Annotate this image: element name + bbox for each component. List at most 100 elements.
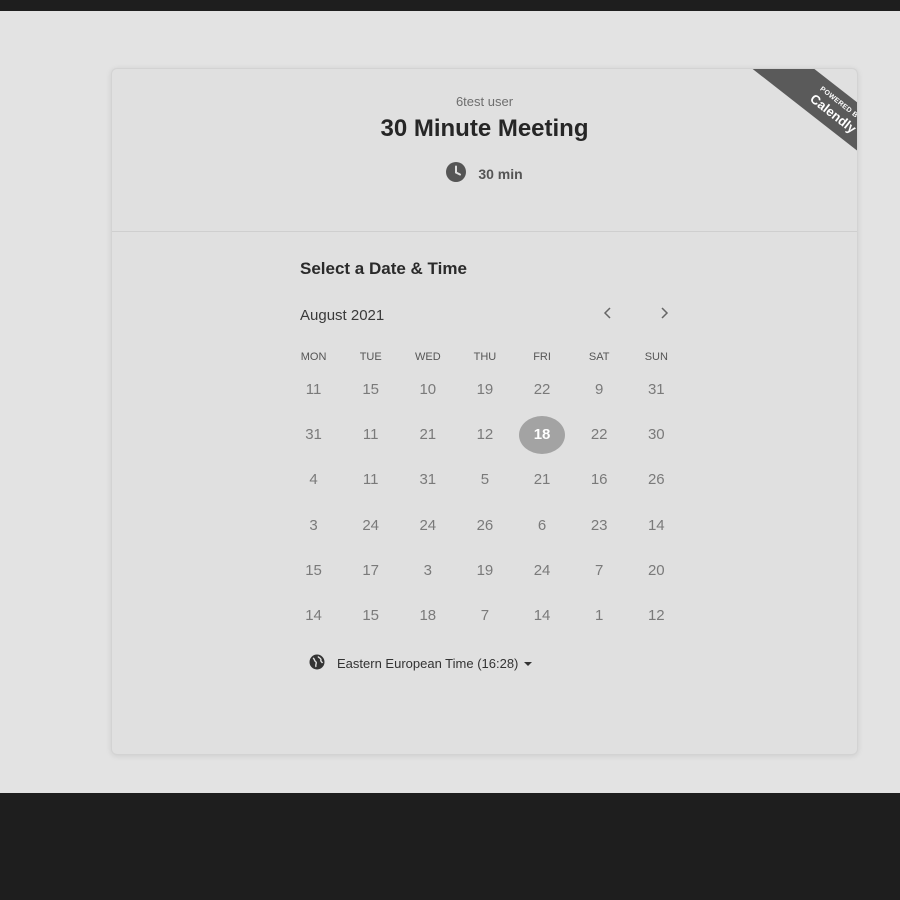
calendar-day[interactable]: 14 (634, 503, 678, 547)
calendar-week-row: 15 17 3 19 24 7 20 (285, 548, 685, 593)
calendar-day[interactable]: 7 (463, 594, 507, 638)
calendar-day-cell[interactable]: 31 (399, 457, 456, 502)
host-name: 6test user (455, 94, 514, 109)
event-title: 30 Minute Meeting (380, 115, 589, 142)
calendar-day-cell[interactable]: 22 (571, 412, 628, 457)
calendar-day[interactable]: 18 (406, 594, 450, 638)
calendar-day[interactable]: 11 (349, 413, 393, 457)
timezone-label: Eastern European Time (16:28) (337, 656, 519, 671)
calendar-day[interactable]: 17 (349, 548, 393, 592)
previous-month-button[interactable] (596, 303, 620, 327)
calendar-day[interactable]: 4 (292, 458, 336, 502)
weekday-fri: FRI (533, 351, 551, 363)
calendar-day-cell[interactable]: 15 (342, 367, 399, 412)
calendar-day[interactable]: 9 (577, 368, 621, 412)
calendar-day-cell[interactable]: 22 (514, 367, 571, 412)
calendar-day[interactable]: 14 (292, 594, 336, 638)
calendar-day-cell[interactable]: 9 (571, 367, 628, 412)
top-frame-bar (0, 0, 900, 11)
calendar-day[interactable]: 14 (520, 594, 564, 638)
calendar-day-cell[interactable]: 7 (456, 593, 513, 638)
calendar-day-cell[interactable]: 21 (399, 412, 456, 457)
weekday-thu: THU (473, 351, 497, 363)
calendar-day-cell[interactable]: 24 (514, 548, 571, 593)
calendar-day-cell[interactable]: 10 (399, 367, 456, 412)
calendar-day-cell[interactable]: 11 (342, 412, 399, 457)
calendar-day[interactable]: 21 (520, 458, 564, 502)
calendar-day[interactable]: 16 (577, 458, 621, 502)
calendar-day-cell[interactable]: 6 (514, 503, 571, 548)
calendar-day-cell[interactable]: 12 (456, 412, 513, 457)
calendar-day-cell[interactable]: 31 (628, 367, 685, 412)
calendar-day-cell[interactable]: 15 (342, 593, 399, 638)
next-month-button[interactable] (652, 303, 676, 327)
calendar-day[interactable]: 19 (463, 368, 507, 412)
calendar-day[interactable]: 3 (406, 548, 450, 592)
calendar-day[interactable]: 21 (406, 413, 450, 457)
calendar-day[interactable]: 31 (406, 458, 450, 502)
calendar-day[interactable]: 31 (634, 368, 678, 412)
calendar-day[interactable]: 12 (463, 413, 507, 457)
calendar-week-row: 11 15 10 19 22 9 31 (285, 367, 685, 412)
weekday-wed: WED (414, 351, 441, 363)
calendar-day-cell[interactable]: 11 (342, 457, 399, 502)
calendar-day-cell[interactable]: 20 (628, 548, 685, 593)
calendar-day-cell[interactable]: 21 (514, 457, 571, 502)
calendar-day[interactable]: 3 (292, 503, 336, 547)
chevron-right-icon (659, 306, 669, 324)
calendar-day[interactable]: 22 (520, 368, 564, 412)
calendar-day-cell[interactable]: 18 (514, 412, 571, 457)
calendar-day-cell[interactable]: 5 (456, 457, 513, 502)
calendar-day[interactable]: 15 (349, 594, 393, 638)
calendar-day-cell[interactable]: 19 (456, 548, 513, 593)
calendar-day[interactable]: 6 (520, 503, 564, 547)
duration-label: 30 min (478, 165, 523, 182)
calendar-day-cell[interactable]: 3 (285, 503, 342, 548)
calendar-day[interactable]: 11 (349, 458, 393, 502)
calendar-day-cell[interactable]: 12 (628, 593, 685, 638)
calendar-day-cell[interactable]: 16 (571, 457, 628, 502)
calendar-day[interactable]: 26 (634, 458, 678, 502)
calendar-day-cell[interactable]: 15 (285, 548, 342, 593)
calendar-day[interactable]: 30 (634, 413, 678, 457)
timezone-selector[interactable]: Eastern European Time (16:28) (309, 654, 533, 673)
calendar-day[interactable]: 5 (463, 458, 507, 502)
calendar-day[interactable]: 22 (577, 413, 621, 457)
calendar-day[interactable]: 23 (577, 503, 621, 547)
calendar-day-cell[interactable]: 14 (514, 593, 571, 638)
selected-day[interactable]: 18 (519, 415, 566, 454)
calendar-day[interactable]: 24 (406, 503, 450, 547)
calendar-day-cell[interactable]: 11 (285, 367, 342, 412)
calendar-day-cell[interactable]: 31 (285, 412, 342, 457)
calendar-day[interactable]: 10 (406, 368, 450, 412)
calendar-day-cell[interactable]: 3 (399, 548, 456, 593)
calendar-day-cell[interactable]: 26 (628, 457, 685, 502)
calendar-day[interactable]: 20 (634, 548, 678, 592)
calendar-day-cell[interactable]: 18 (399, 593, 456, 638)
calendar-day-cell[interactable]: 30 (628, 412, 685, 457)
calendar-day-cell[interactable]: 26 (456, 503, 513, 548)
calendar-day-cell[interactable]: 7 (571, 548, 628, 593)
calendar-day-cell[interactable]: 19 (456, 367, 513, 412)
calendar-day[interactable]: 11 (292, 368, 336, 412)
calendar-day-cell[interactable]: 24 (342, 503, 399, 548)
calendar-day-cell[interactable]: 17 (342, 548, 399, 593)
calendar-day-cell[interactable]: 4 (285, 457, 342, 502)
calendar-day[interactable]: 31 (292, 413, 336, 457)
calendar-day-cell[interactable]: 14 (628, 503, 685, 548)
calendar-day[interactable]: 19 (463, 548, 507, 592)
calendar-day[interactable]: 15 (292, 548, 336, 592)
calendar-day-cell[interactable]: 1 (571, 593, 628, 638)
calendar-day[interactable]: 24 (520, 548, 564, 592)
calendar-day-cell[interactable]: 14 (285, 593, 342, 638)
calendar-day[interactable]: 1 (577, 594, 621, 638)
calendar-day-cell[interactable]: 23 (571, 503, 628, 548)
calendar-day[interactable]: 26 (463, 503, 507, 547)
weekday-tue: TUE (359, 351, 382, 363)
calendar-day[interactable]: 24 (349, 503, 393, 547)
globe-icon (309, 654, 325, 673)
calendar-day[interactable]: 7 (577, 548, 621, 592)
calendar-day[interactable]: 12 (634, 594, 678, 638)
calendar-day-cell[interactable]: 24 (399, 503, 456, 548)
calendar-day[interactable]: 15 (349, 368, 393, 412)
